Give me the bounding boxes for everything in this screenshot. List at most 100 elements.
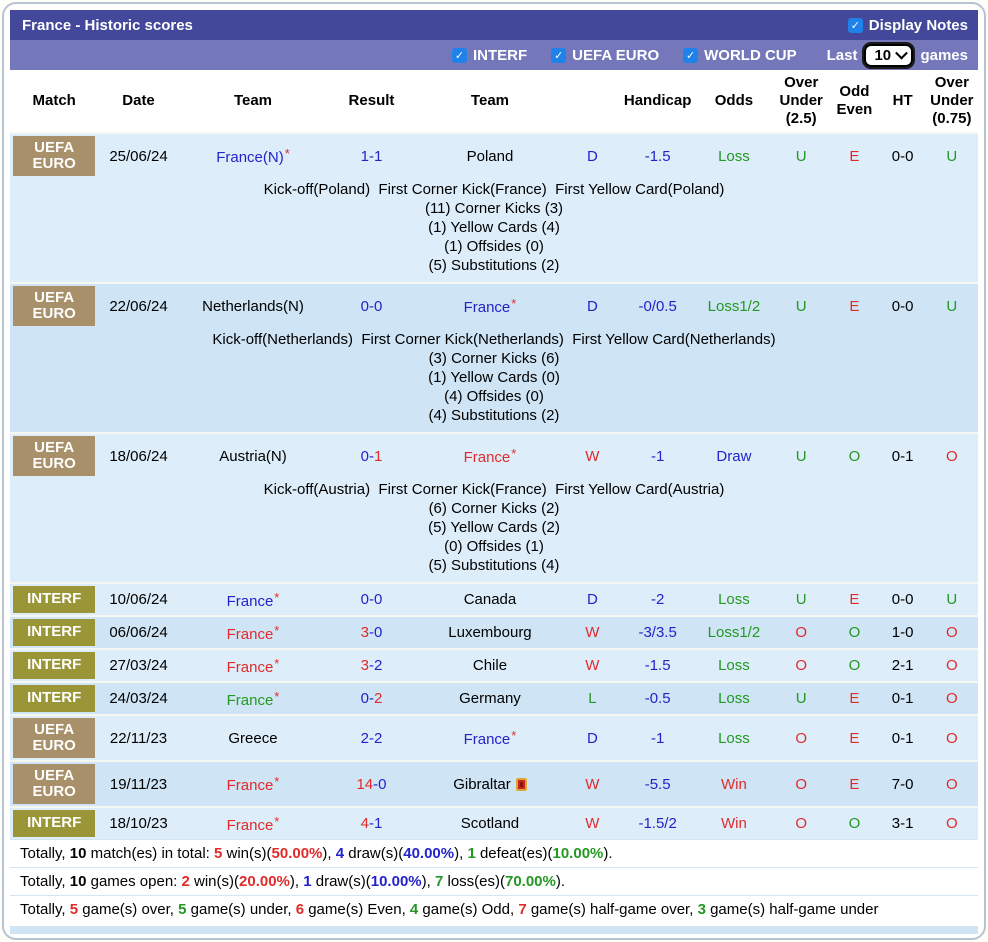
checkbox-icon[interactable] xyxy=(683,48,698,63)
odds-result: Loss1/2 xyxy=(695,616,773,649)
date-text: 22/06/24 xyxy=(109,298,167,315)
odds-result: Win xyxy=(695,761,773,807)
title-bar: France - Historic scores Display Notes xyxy=(10,10,978,40)
match-row: UEFA EURO22/11/23Greece2-2France*D-1Loss… xyxy=(10,715,978,761)
match-date: 24/03/24 xyxy=(98,682,178,715)
match-row: UEFA EURO19/11/23France*14-0GibraltarW-5… xyxy=(10,761,978,807)
handicap-value: -5.5 xyxy=(620,761,694,807)
over-under-0-75: O xyxy=(926,715,978,761)
star-marker: * xyxy=(285,146,290,161)
result-segment: 2-2 xyxy=(361,730,383,747)
over-under-2-5-text: U xyxy=(796,448,807,465)
filter-world-cup[interactable]: WORLD CUP xyxy=(683,47,797,64)
away-team: Germany xyxy=(416,682,565,715)
odds-result: Draw xyxy=(695,433,773,478)
result-letter-text: W xyxy=(585,776,599,793)
handicap-value-text: -5.5 xyxy=(645,776,671,793)
match-notes-row: Kick-off(Austria) First Corner Kick(Fran… xyxy=(10,478,978,583)
match-date: 10/06/24 xyxy=(98,583,178,616)
over-under-0-75-text: O xyxy=(946,448,958,465)
odds-result-text: Loss xyxy=(718,730,750,747)
home-team: France(N)* xyxy=(179,133,328,178)
over-under-2-5: U xyxy=(773,682,829,715)
away-team: Canada xyxy=(416,583,565,616)
home-team: France* xyxy=(179,807,328,839)
away-team: France* xyxy=(416,715,565,761)
summary-segment: game(s) half-game under xyxy=(706,901,879,918)
odd-even-text: E xyxy=(849,776,859,793)
match-result: 3-0 xyxy=(327,616,415,649)
over-under-2-5: U xyxy=(773,433,829,478)
summary-segment: Totally, xyxy=(20,845,70,862)
filter-label: UEFA EURO xyxy=(572,47,659,64)
result-letter: W xyxy=(564,433,620,478)
summary-segment: game(s) under, xyxy=(186,901,295,918)
checkbox-icon[interactable] xyxy=(551,48,566,63)
match-competition: UEFA EURO xyxy=(10,283,98,328)
summary-segment: 40.00% xyxy=(403,845,454,862)
over-under-2-5: O xyxy=(773,715,829,761)
over-under-2-5-text: O xyxy=(795,815,807,832)
over-under-2-5: O xyxy=(773,616,829,649)
filter-bar: INTERFUEFA EUROWORLD CUP Last 10 games xyxy=(10,40,978,70)
away-team-name: Scotland xyxy=(461,815,519,832)
match-date: 22/06/24 xyxy=(98,283,178,328)
summary-segment: ). xyxy=(603,845,612,862)
summary-segment: win(s)( xyxy=(222,845,271,862)
checkbox-icon[interactable] xyxy=(452,48,467,63)
handicap-value: -1.5 xyxy=(620,133,694,178)
result-segment: -0 xyxy=(373,776,386,793)
odd-even-text: O xyxy=(849,815,861,832)
note-line: Kick-off(Poland) First Corner Kick(Franc… xyxy=(10,180,978,199)
match-competition: INTERF xyxy=(10,682,98,715)
competition-badge: INTERF xyxy=(13,619,95,646)
summary-segment: ), xyxy=(322,845,335,862)
result-letter-text: W xyxy=(585,815,599,832)
last-label: Last xyxy=(827,47,858,64)
star-marker: * xyxy=(274,623,279,638)
filter-interf[interactable]: INTERF xyxy=(452,47,527,64)
half-time-score-text: 0-1 xyxy=(892,448,914,465)
home-team-name: France xyxy=(227,659,274,676)
result-segment: 2 xyxy=(374,690,382,707)
half-time-score: 7-0 xyxy=(880,761,926,807)
handicap-value: -2 xyxy=(620,583,694,616)
summary-segment: 50.00% xyxy=(272,845,323,862)
column-header-6: Handicap xyxy=(620,70,694,133)
result-letter-text: W xyxy=(585,624,599,641)
match-competition: UEFA EURO xyxy=(10,133,98,178)
over-under-0-75: U xyxy=(926,583,978,616)
summary-segment: 4 xyxy=(336,845,344,862)
handicap-value-text: -1 xyxy=(651,730,664,747)
result-segment: 14 xyxy=(356,776,373,793)
display-notes-label: Display Notes xyxy=(869,17,968,34)
home-team: France* xyxy=(179,649,328,682)
last-games-select[interactable]: 10 xyxy=(864,44,913,67)
half-time-score-text: 2-1 xyxy=(892,657,914,674)
half-time-score: 0-0 xyxy=(880,583,926,616)
home-team-name: France xyxy=(227,626,274,643)
result-letter-text: D xyxy=(587,591,598,608)
over-under-2-5-text: U xyxy=(796,148,807,165)
match-date: 06/06/24 xyxy=(98,616,178,649)
result-letter-text: L xyxy=(588,690,596,707)
home-team: Greece xyxy=(179,715,328,761)
note-line: (4) Offsides (0) xyxy=(10,387,978,406)
result-segment: -2 xyxy=(369,657,382,674)
note-line: (3) Corner Kicks (6) xyxy=(10,349,978,368)
next-section-edge xyxy=(10,926,978,934)
away-team-name: France xyxy=(464,299,511,316)
away-team-name: Canada xyxy=(464,591,517,608)
match-date: 18/10/23 xyxy=(98,807,178,839)
filter-uefa-euro[interactable]: UEFA EURO xyxy=(551,47,659,64)
handicap-value: -3/3.5 xyxy=(620,616,694,649)
display-notes-checkbox[interactable] xyxy=(848,18,863,33)
filter-label: INTERF xyxy=(473,47,527,64)
display-notes-toggle[interactable]: Display Notes xyxy=(848,17,968,34)
handicap-value-text: -1 xyxy=(651,448,664,465)
date-text: 27/03/24 xyxy=(109,657,167,674)
away-team: Scotland xyxy=(416,807,565,839)
date-text: 06/06/24 xyxy=(109,624,167,641)
over-under-0-75: O xyxy=(926,649,978,682)
match-result: 0-0 xyxy=(327,283,415,328)
